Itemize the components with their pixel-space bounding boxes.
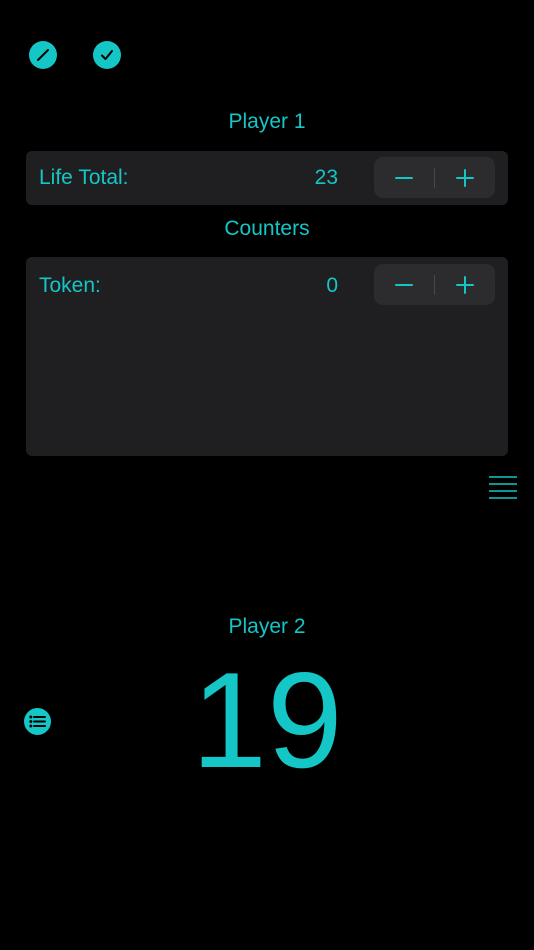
minus-icon — [395, 283, 413, 286]
hamburger-menu-button[interactable] — [489, 476, 517, 500]
player2-life-total[interactable]: 19 — [0, 650, 534, 790]
counter-stepper — [374, 264, 495, 305]
hamburger-menu-icon — [489, 476, 517, 499]
counter-value: 0 — [326, 274, 338, 297]
life-increment-button[interactable] — [435, 157, 495, 198]
pencil-icon — [37, 49, 49, 61]
minus-icon — [395, 176, 413, 179]
counters-heading: Counters — [224, 217, 310, 240]
counter-increment-button[interactable] — [435, 264, 495, 305]
life-decrement-button[interactable] — [374, 157, 434, 198]
life-total-row: Life Total: 23 — [26, 151, 508, 205]
player1-title: Player 1 — [228, 110, 306, 133]
plus-icon — [456, 168, 474, 187]
edit-button[interactable] — [29, 41, 57, 69]
player2-title: Player 2 — [228, 615, 306, 638]
plus-icon — [456, 275, 474, 294]
counter-label: Token: — [39, 274, 101, 297]
life-total-label: Life Total: — [39, 166, 129, 189]
done-button[interactable] — [93, 41, 121, 69]
life-total-value: 23 — [314, 166, 338, 189]
counter-decrement-button[interactable] — [374, 264, 434, 305]
counters-panel: Token: 0 — [26, 257, 508, 456]
life-total-stepper — [374, 157, 495, 198]
checkmark-icon — [101, 50, 113, 60]
